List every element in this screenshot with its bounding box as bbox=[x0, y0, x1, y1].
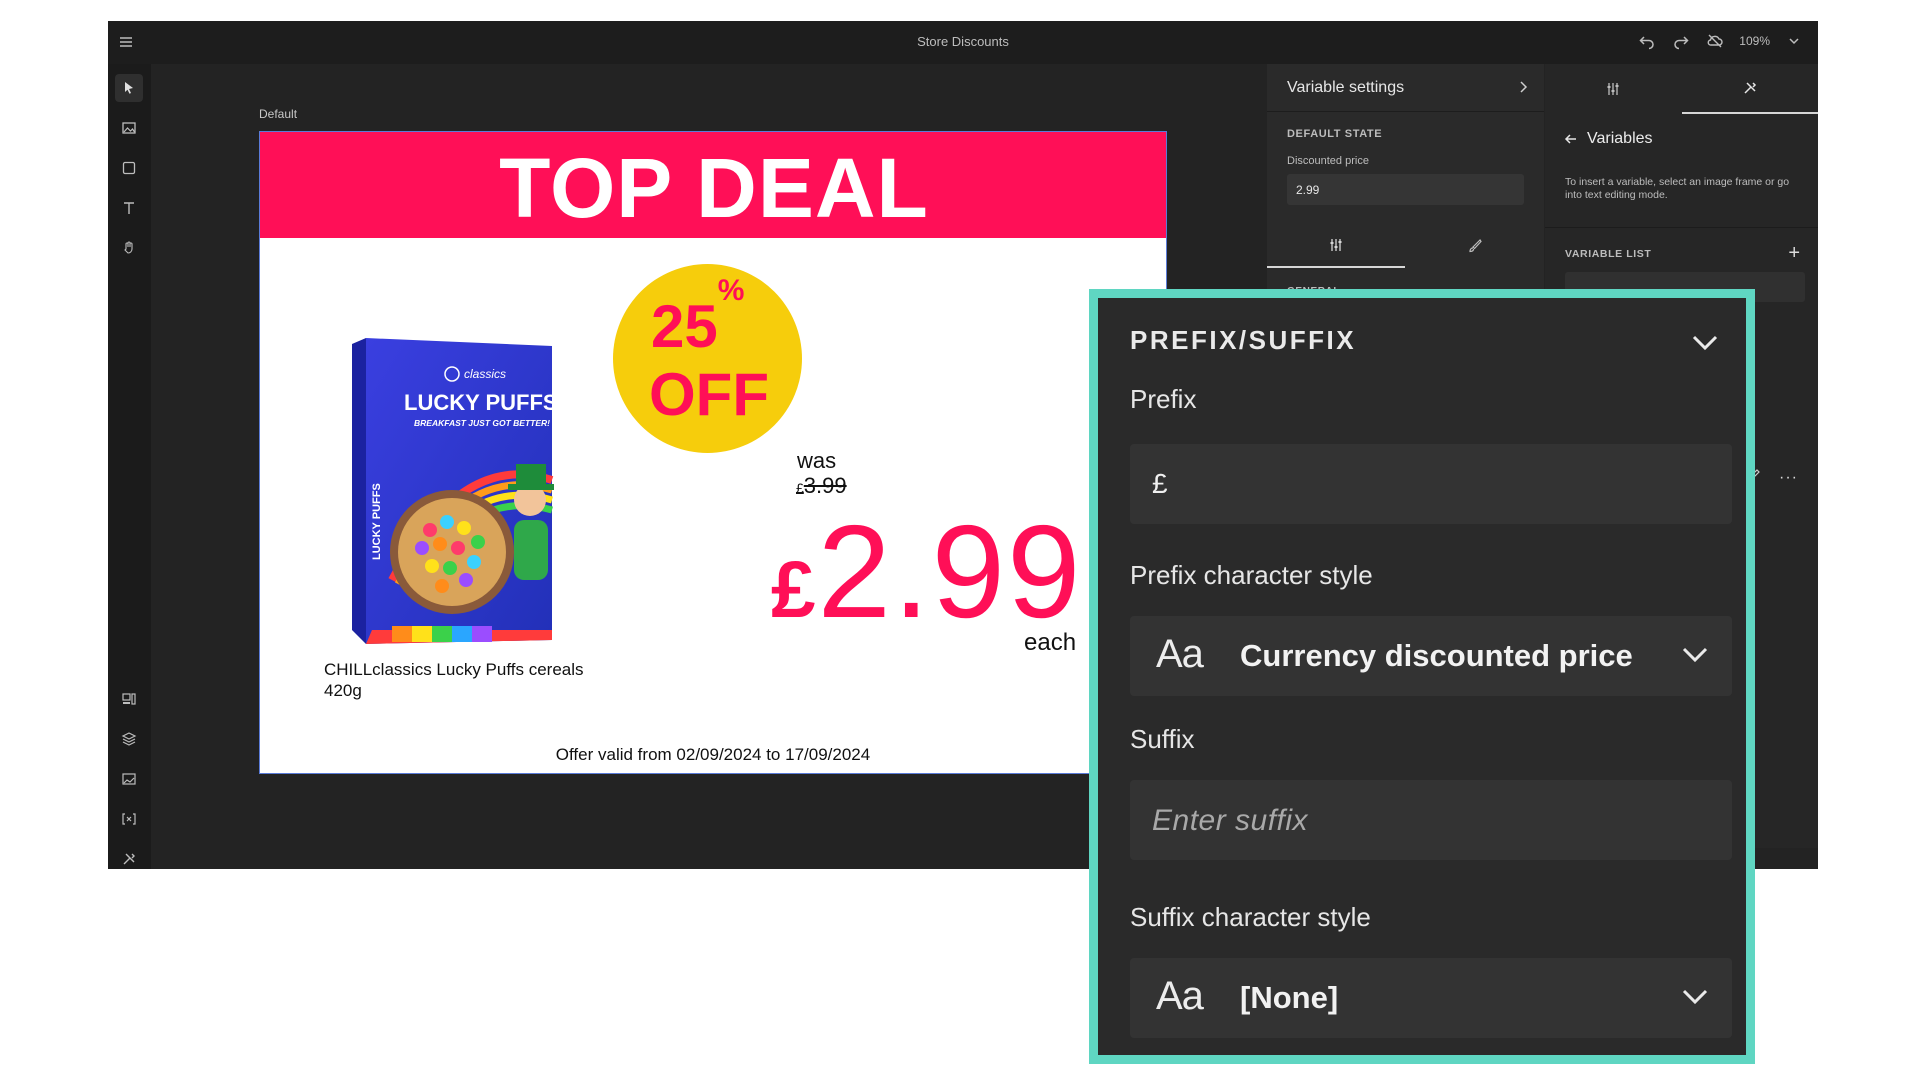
hand-icon[interactable] bbox=[115, 234, 143, 262]
old-price-value: 3.99 bbox=[803, 473, 847, 498]
suffix-input[interactable]: Enter suffix bbox=[1130, 780, 1732, 860]
badge-off: OFF bbox=[649, 361, 769, 428]
cereal-box-image: classics LUCKY PUFFS BREAKFAST JUST GOT … bbox=[352, 338, 558, 644]
discounted-price-label: Discounted price bbox=[1287, 155, 1369, 167]
cereal-tagline: BREAKFAST JUST GOT BETTER! bbox=[414, 418, 550, 428]
badge-percent-sign: % bbox=[717, 274, 745, 307]
variable-settings-title: Variable settings bbox=[1287, 79, 1405, 96]
variables-icon[interactable] bbox=[115, 805, 143, 833]
layers-icon[interactable] bbox=[115, 725, 143, 753]
cereal-name: LUCKY PUFFS bbox=[404, 390, 558, 415]
character-style-icon: Aa bbox=[1156, 632, 1204, 676]
variables-hint: To insert a variable, select an image fr… bbox=[1565, 176, 1790, 201]
variable-settings-header[interactable]: Variable settings bbox=[1267, 64, 1544, 112]
discount-badge: 25% OFF bbox=[613, 264, 802, 453]
offer-validity: Offer valid from 02/09/2024 to 17/09/202… bbox=[555, 745, 871, 764]
tab-variables[interactable] bbox=[1682, 64, 1818, 114]
image-icon[interactable] bbox=[115, 114, 143, 142]
frame-label: Default bbox=[259, 107, 298, 121]
new-price-currency: £ bbox=[771, 545, 818, 634]
undo-icon[interactable] bbox=[1637, 31, 1657, 51]
product-name: CHILLclassics Lucky Puffs cereals 420g bbox=[324, 660, 584, 700]
redo-icon[interactable] bbox=[1671, 31, 1691, 51]
pointer-icon[interactable] bbox=[115, 74, 143, 102]
discounted-price-input[interactable]: 2.99 bbox=[1287, 174, 1524, 205]
chevron-down-icon[interactable] bbox=[1690, 332, 1720, 357]
tools-icon[interactable] bbox=[115, 845, 143, 873]
rectangle-icon[interactable] bbox=[115, 154, 143, 182]
sliders-icon bbox=[1607, 83, 1619, 95]
character-style-icon: Aa bbox=[1156, 974, 1204, 1018]
prefix-suffix-callout: PREFIX/SUFFIX Prefix £ Prefix character … bbox=[1089, 289, 1755, 1064]
divider bbox=[1545, 227, 1818, 228]
chevron-right-icon[interactable] bbox=[1516, 79, 1530, 100]
prefix-value: £ bbox=[1152, 468, 1168, 499]
arrow-left-icon[interactable] bbox=[1563, 131, 1579, 147]
prefix-style-select[interactable]: Aa Currency discounted price bbox=[1130, 616, 1732, 696]
suffix-label: Suffix bbox=[1130, 724, 1195, 754]
variable-list-heading: VARIABLE LIST bbox=[1565, 248, 1652, 260]
each-label: each bbox=[1024, 629, 1077, 656]
old-price-currency: £ bbox=[796, 480, 804, 496]
variables-header[interactable]: Variables bbox=[1563, 130, 1653, 148]
was-label: was bbox=[797, 448, 837, 473]
brush-icon bbox=[1469, 239, 1482, 253]
document-title: Store Discounts bbox=[917, 34, 1009, 49]
tab-style[interactable] bbox=[1406, 224, 1544, 268]
assets-icon[interactable] bbox=[115, 765, 143, 793]
prefix-style-label: Prefix character style bbox=[1130, 560, 1373, 590]
badge-percent-value: 25 bbox=[651, 293, 718, 360]
cereal-side-text: LUCKY PUFFS bbox=[371, 483, 383, 560]
suffix-style-select[interactable]: Aa [None] bbox=[1130, 958, 1732, 1038]
top-bar-actions: 109% bbox=[1637, 31, 1804, 51]
suffix-style-value: [None] bbox=[1240, 980, 1339, 1015]
zoom-level[interactable]: 109% bbox=[1739, 34, 1770, 48]
chevron-down-icon[interactable] bbox=[1784, 31, 1804, 51]
artboard[interactable]: TOP DEAL 25% OFF classics LUCKY PUFFS BR… bbox=[259, 131, 1167, 774]
tab-properties[interactable] bbox=[1267, 224, 1405, 268]
cloud-off-icon[interactable] bbox=[1705, 31, 1725, 51]
chevron-down-icon[interactable] bbox=[1680, 986, 1710, 1011]
variables-title: Variables bbox=[1587, 130, 1653, 147]
prefix-label: Prefix bbox=[1130, 384, 1197, 414]
text-icon[interactable] bbox=[115, 194, 143, 222]
badge-percent: 25% bbox=[651, 274, 744, 361]
banner-text: TOP DEAL bbox=[499, 141, 929, 235]
variable-settings-tabs bbox=[1267, 224, 1544, 268]
top-deal-banner: TOP DEAL bbox=[260, 132, 1166, 238]
variable-settings-panel: Variable settings DEFAULT STATE Discount… bbox=[1267, 64, 1544, 304]
plus-icon[interactable]: + bbox=[1788, 242, 1800, 265]
top-bar: Store Discounts 109% bbox=[108, 21, 1818, 64]
sliders-icon bbox=[1330, 239, 1342, 251]
more-icon[interactable]: ··· bbox=[1779, 469, 1798, 487]
cereal-brand: classics bbox=[464, 367, 506, 381]
chevron-down-icon[interactable] bbox=[1680, 644, 1710, 669]
new-price: £2.99 bbox=[771, 496, 1082, 647]
prefix-input[interactable]: £ bbox=[1130, 444, 1732, 524]
templates-icon[interactable] bbox=[115, 685, 143, 713]
suffix-placeholder: Enter suffix bbox=[1152, 804, 1309, 837]
tools-icon bbox=[1744, 82, 1757, 94]
prefix-style-value: Currency discounted price bbox=[1240, 638, 1633, 673]
left-toolbar bbox=[108, 64, 151, 869]
new-price-value: 2.99 bbox=[817, 498, 1083, 645]
right-panel-tabs bbox=[1545, 64, 1818, 114]
tab-settings[interactable] bbox=[1545, 64, 1681, 114]
suffix-style-label: Suffix character style bbox=[1130, 902, 1371, 932]
prefix-suffix-header[interactable]: PREFIX/SUFFIX bbox=[1130, 325, 1356, 356]
default-state-heading: DEFAULT STATE bbox=[1287, 128, 1383, 140]
prefix-suffix-panel: PREFIX/SUFFIX Prefix £ Prefix character … bbox=[1098, 298, 1746, 1055]
